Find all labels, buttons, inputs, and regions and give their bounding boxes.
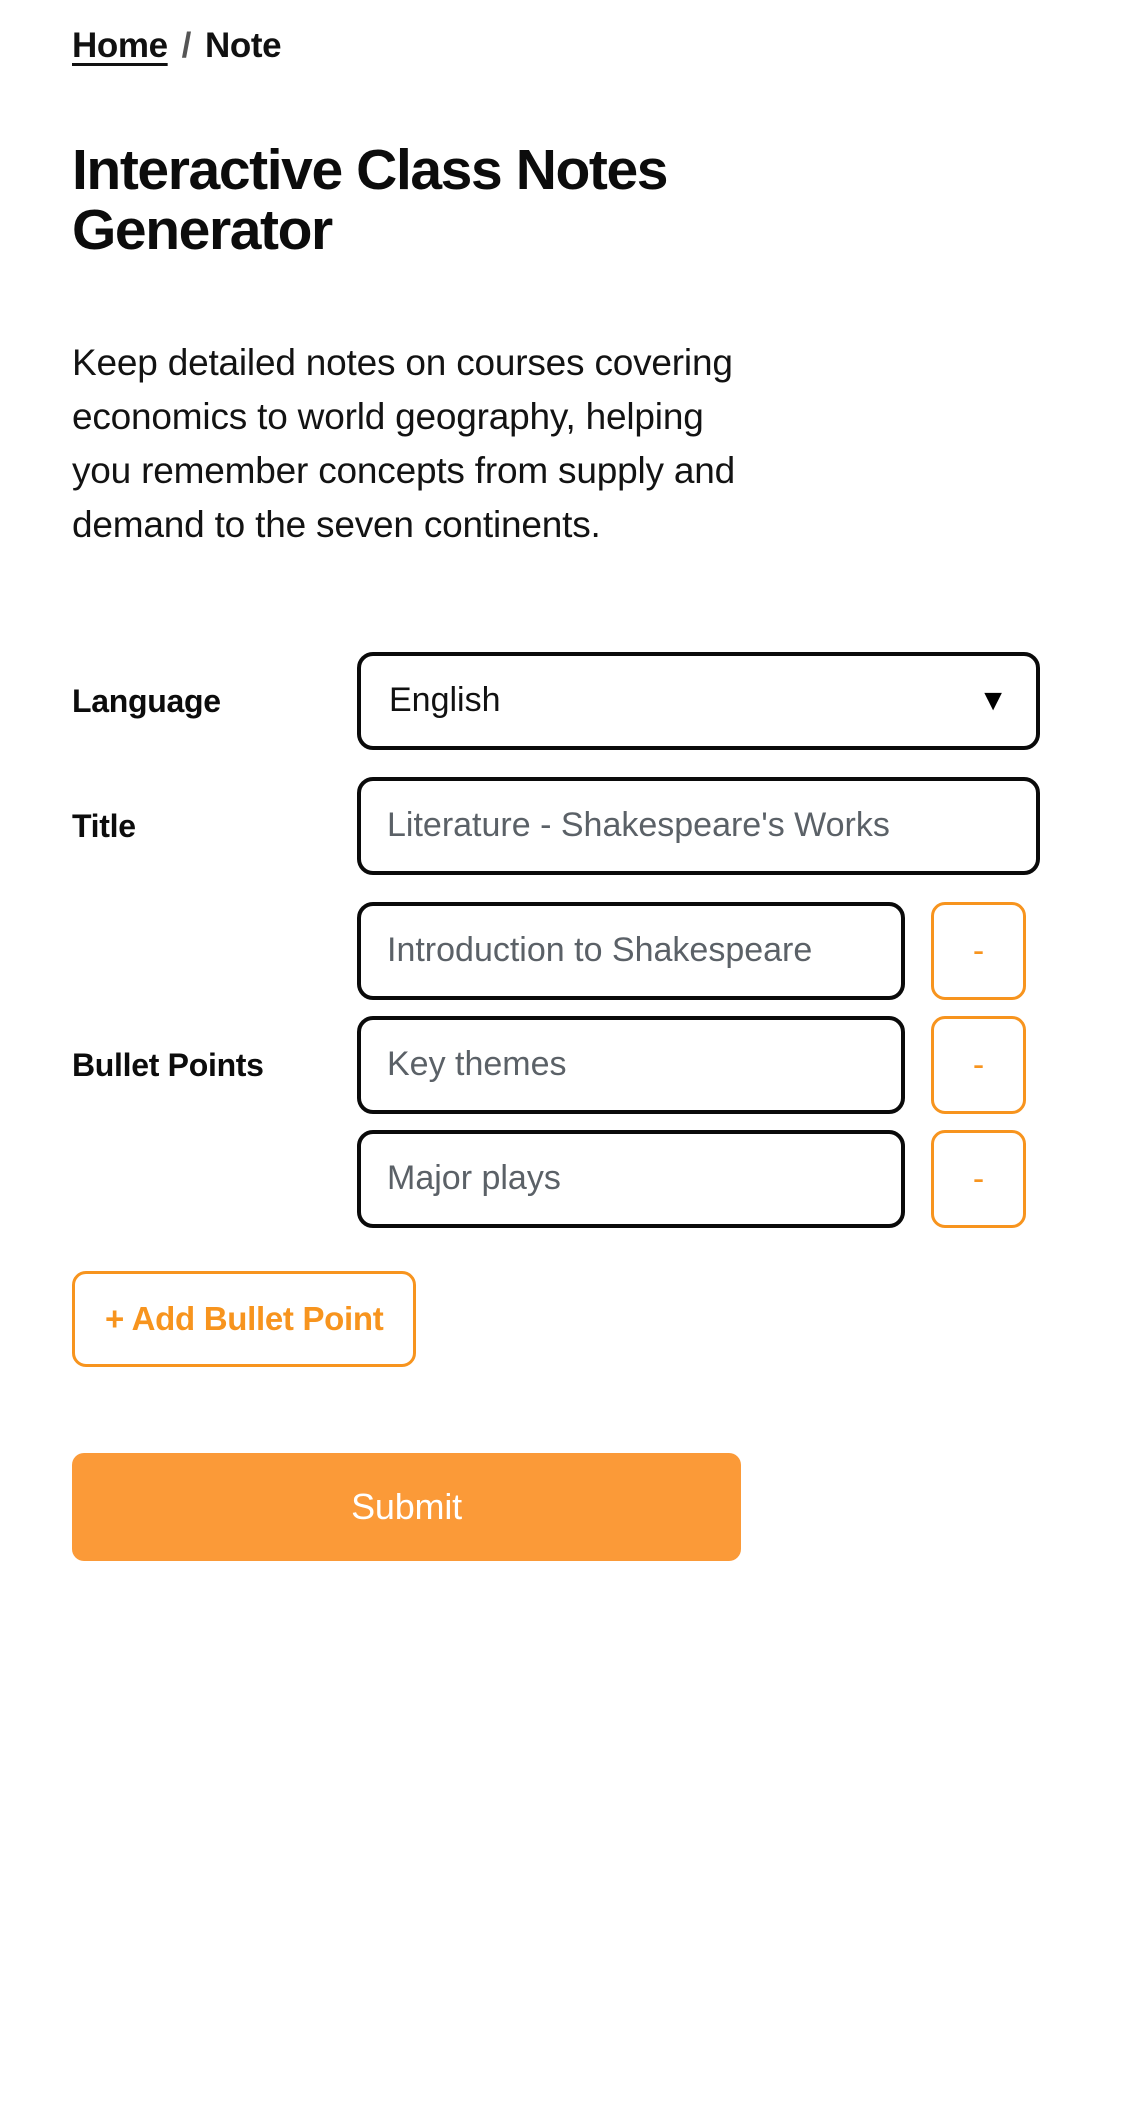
title-field-col [357, 776, 1053, 875]
breadcrumb-separator: / [181, 26, 192, 65]
page-title: Interactive Class Notes Generator [72, 138, 668, 263]
remove-bullet-button-1[interactable]: - [931, 901, 1026, 1000]
breadcrumb-home-link[interactable]: Home [72, 26, 168, 66]
page-root: Home / Note Interactive Class Notes Gene… [0, 0, 1125, 2109]
bullet-input-3[interactable] [357, 1129, 905, 1228]
title-row: Title [72, 776, 1053, 875]
bullet-input-1[interactable] [357, 901, 905, 1000]
bullet-points-list: - - - [357, 901, 1053, 1228]
add-bullet-row: + Add Bullet Point [72, 1270, 1053, 1367]
language-select-wrapper: English ▼ [357, 651, 1040, 750]
add-bullet-point-button[interactable]: + Add Bullet Point [72, 1270, 417, 1367]
language-row: Language English ▼ [72, 651, 1053, 750]
language-field-col: English ▼ [357, 651, 1053, 750]
remove-bullet-button-2[interactable]: - [931, 1015, 1026, 1114]
bullet-points-label: Bullet Points [72, 1046, 264, 1083]
language-select[interactable]: English ▼ [357, 651, 1040, 750]
bullet-input-2[interactable] [357, 1015, 905, 1114]
note-form: Language English ▼ Title Bullet Points [72, 651, 1053, 1561]
submit-button[interactable]: Submit [72, 1452, 741, 1561]
remove-bullet-button-3[interactable]: - [931, 1129, 1026, 1228]
bullet-row: - [357, 1129, 1053, 1228]
breadcrumb: Home / Note [72, 26, 1053, 88]
language-label: Language [72, 682, 221, 719]
bullet-points-row: Bullet Points - - - [72, 901, 1053, 1228]
language-selected-value: English [389, 681, 501, 720]
title-input[interactable] [357, 776, 1040, 875]
page-description: Keep detailed notes on courses covering … [72, 341, 736, 545]
bullet-row: - [357, 1015, 1053, 1114]
title-label: Title [72, 807, 136, 844]
breadcrumb-current: Note [204, 26, 282, 65]
bullet-row: - [357, 901, 1053, 1000]
chevron-down-icon: ▼ [978, 683, 1008, 717]
submit-row: Submit [72, 1452, 1053, 1561]
